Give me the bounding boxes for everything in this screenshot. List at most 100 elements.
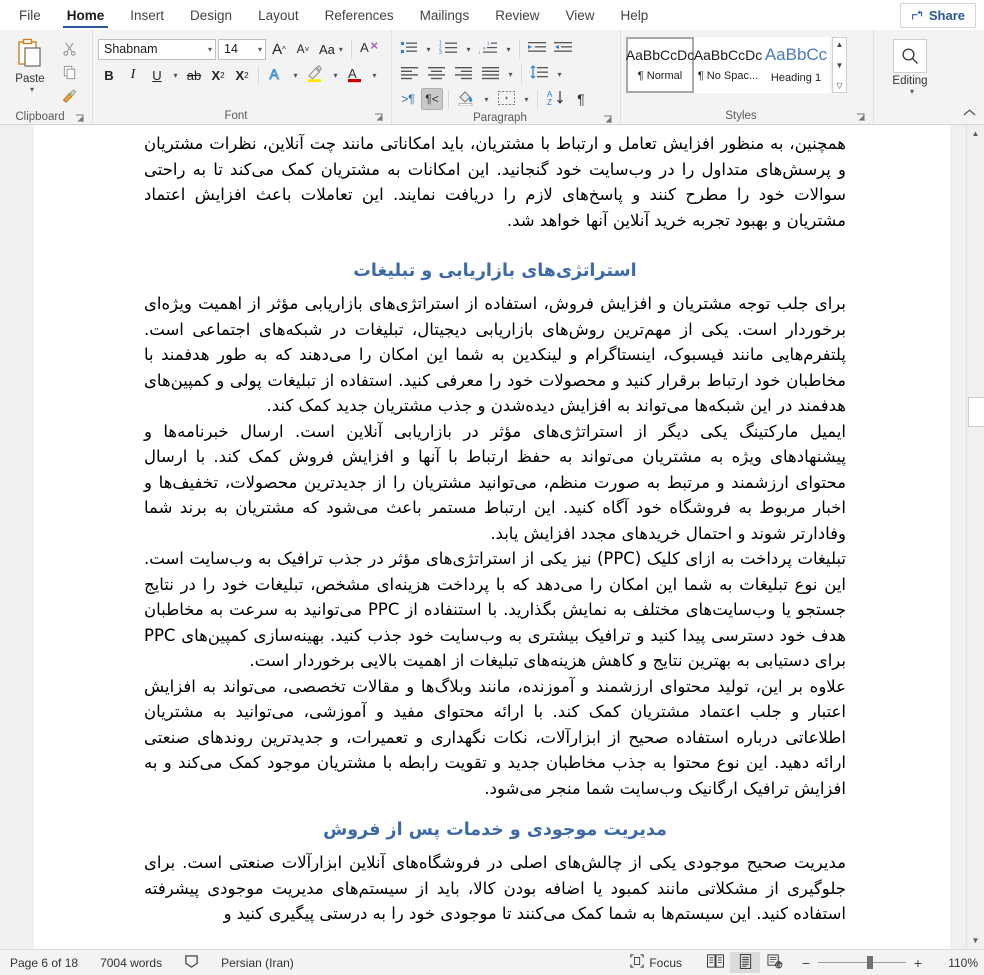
tab-file[interactable]: File bbox=[6, 0, 54, 30]
superscript-button[interactable]: X2 bbox=[231, 64, 253, 86]
share-button[interactable]: Share bbox=[899, 3, 976, 28]
zoom-in-button[interactable]: + bbox=[912, 955, 924, 971]
document-content[interactable]: همچنین، به منظور افزایش تعامل و ارتباط ب… bbox=[34, 125, 950, 927]
scrollbar-track[interactable] bbox=[968, 142, 983, 932]
style-normal[interactable]: AaBbCcDc ¶ Normal bbox=[626, 37, 694, 93]
paragraph-dialog-launcher[interactable] bbox=[603, 115, 613, 125]
align-right-button[interactable] bbox=[451, 63, 476, 85]
zoom-slider-handle[interactable] bbox=[867, 956, 873, 969]
styles-scroll-down-icon[interactable]: ▼ bbox=[836, 61, 844, 70]
tab-mailings[interactable]: Mailings bbox=[407, 0, 483, 30]
vertical-scrollbar[interactable]: ▲ ▼ bbox=[966, 125, 984, 949]
bold-button[interactable]: B bbox=[98, 64, 120, 86]
focus-mode-button[interactable]: Focus bbox=[630, 954, 682, 971]
paragraph-2[interactable]: برای جلب توجه مشتریان و افزایش فروش، است… bbox=[144, 291, 846, 419]
read-mode-button[interactable] bbox=[700, 952, 730, 973]
justify-button[interactable] bbox=[478, 63, 503, 85]
styles-gallery-scroll[interactable]: ▲ ▼ ▽ bbox=[832, 37, 847, 93]
text-effects-chevron-down-icon[interactable]: ▾ bbox=[290, 71, 301, 80]
font-name-combo[interactable]: Shabnam ▾ bbox=[98, 38, 216, 60]
scroll-up-button[interactable]: ▲ bbox=[968, 125, 983, 142]
borders-button[interactable] bbox=[494, 88, 519, 110]
page-indicator[interactable]: Page 6 of 18 bbox=[10, 956, 89, 970]
style-heading-1[interactable]: AaBbCс Heading 1 bbox=[762, 37, 830, 93]
tab-help[interactable]: Help bbox=[608, 0, 662, 30]
tab-layout[interactable]: Layout bbox=[245, 0, 312, 30]
web-layout-button[interactable] bbox=[760, 952, 790, 973]
shading-button[interactable] bbox=[454, 88, 479, 110]
tab-home[interactable]: Home bbox=[54, 0, 118, 30]
shading-chevron-down-icon[interactable]: ▾ bbox=[481, 95, 492, 104]
paragraph-1[interactable]: همچنین، به منظور افزایش تعامل و ارتباط ب… bbox=[144, 125, 846, 233]
zoom-level-label[interactable]: 110% bbox=[934, 956, 978, 970]
tab-insert[interactable]: Insert bbox=[117, 0, 177, 30]
font-dialog-launcher[interactable] bbox=[374, 113, 384, 123]
shrink-font-button[interactable]: A ˅ bbox=[292, 38, 314, 60]
rtl-text-direction-button[interactable]: ¶< bbox=[421, 88, 443, 110]
styles-dialog-launcher[interactable] bbox=[856, 113, 866, 123]
multilevel-list-button[interactable]: 1ai bbox=[476, 38, 501, 60]
highlight-button[interactable] bbox=[303, 64, 328, 86]
copy-button[interactable] bbox=[58, 64, 80, 85]
clipboard-dialog-launcher[interactable] bbox=[75, 114, 85, 124]
line-spacing-button[interactable] bbox=[527, 63, 552, 85]
collapse-ribbon-button[interactable] bbox=[963, 108, 976, 120]
increase-indent-button[interactable] bbox=[551, 38, 575, 60]
word-count[interactable]: 7004 words bbox=[100, 956, 173, 970]
paragraph-3[interactable]: ایمیل مارکتینگ یکی دیگر از استراتژی‌های … bbox=[144, 419, 846, 547]
cut-button[interactable] bbox=[58, 40, 80, 61]
highlight-chevron-down-icon[interactable]: ▾ bbox=[330, 71, 341, 80]
tab-references[interactable]: References bbox=[312, 0, 407, 30]
styles-scroll-up-icon[interactable]: ▲ bbox=[836, 40, 844, 49]
zoom-control[interactable]: − + 110% bbox=[800, 955, 978, 971]
heading-inventory-management[interactable]: مدیریت موجودی و خدمات پس از فروش bbox=[144, 818, 846, 842]
decrease-indent-button[interactable] bbox=[525, 38, 549, 60]
sort-button[interactable]: AZ bbox=[543, 88, 568, 110]
font-color-button[interactable]: A bbox=[343, 64, 367, 86]
print-layout-button[interactable] bbox=[730, 952, 760, 973]
editing-button[interactable]: Editing ▾ bbox=[884, 35, 936, 96]
numbering-chevron-down-icon[interactable]: ▾ bbox=[463, 45, 474, 54]
tab-view[interactable]: View bbox=[552, 0, 607, 30]
borders-chevron-down-icon[interactable]: ▾ bbox=[521, 95, 532, 104]
strikethrough-button[interactable]: ab bbox=[183, 64, 205, 86]
text-effects-button[interactable]: A bbox=[264, 64, 288, 86]
change-case-button[interactable]: Aa ▾ bbox=[316, 38, 346, 60]
line-spacing-chevron-down-icon[interactable]: ▾ bbox=[554, 70, 565, 79]
tab-design[interactable]: Design bbox=[177, 0, 245, 30]
zoom-slider-track[interactable] bbox=[818, 956, 906, 969]
editing-chevron-down-icon[interactable]: ▾ bbox=[906, 87, 914, 96]
multilevel-list-chevron-down-icon[interactable]: ▾ bbox=[503, 45, 514, 54]
subscript-button[interactable]: X2 bbox=[207, 64, 229, 86]
document-page[interactable]: همچنین، به منظور افزایش تعامل و ارتباط ب… bbox=[34, 125, 950, 949]
clear-formatting-button[interactable]: A bbox=[357, 38, 382, 60]
bullets-button[interactable] bbox=[397, 38, 421, 60]
language-indicator[interactable]: Persian (Iran) bbox=[221, 956, 305, 970]
styles-more-icon[interactable]: ▽ bbox=[836, 81, 842, 90]
show-formatting-marks-button[interactable]: ¶ bbox=[570, 88, 592, 110]
format-painter-button[interactable] bbox=[58, 88, 80, 109]
paste-chevron-down-icon[interactable]: ▾ bbox=[26, 85, 34, 94]
numbering-button[interactable]: 123 bbox=[436, 38, 461, 60]
bullets-chevron-down-icon[interactable]: ▾ bbox=[423, 45, 434, 54]
paragraph-4[interactable]: تبلیغات پرداخت به ازای کلیک (PPC) نیز یک… bbox=[144, 546, 846, 674]
paragraph-6[interactable]: مدیریت صحیح موجودی یکی از چالش‌های اصلی … bbox=[144, 850, 846, 927]
font-size-combo[interactable]: 14 ▾ bbox=[218, 38, 266, 60]
proofing-status[interactable] bbox=[184, 954, 210, 972]
align-left-button[interactable] bbox=[397, 63, 422, 85]
document-area[interactable]: همچنین، به منظور افزایش تعامل و ارتباط ب… bbox=[0, 125, 984, 949]
tab-review[interactable]: Review bbox=[482, 0, 552, 30]
ltr-text-direction-button[interactable]: >¶ bbox=[397, 88, 419, 110]
zoom-out-button[interactable]: − bbox=[800, 955, 812, 971]
underline-button[interactable]: U bbox=[146, 64, 168, 86]
justify-chevron-down-icon[interactable]: ▾ bbox=[505, 70, 516, 79]
grow-font-button[interactable]: A ^ bbox=[268, 38, 290, 60]
style-no-spacing[interactable]: AaBbCcDc ¶ No Spac... bbox=[694, 37, 762, 93]
scrollbar-thumb[interactable] bbox=[968, 397, 984, 427]
font-color-chevron-down-icon[interactable]: ▾ bbox=[369, 71, 380, 80]
underline-chevron-down-icon[interactable]: ▾ bbox=[170, 71, 181, 80]
scroll-down-button[interactable]: ▼ bbox=[968, 932, 983, 949]
paragraph-5[interactable]: علاوه بر این، تولید محتوای ارزشمند و آمو… bbox=[144, 674, 846, 802]
align-center-button[interactable] bbox=[424, 63, 449, 85]
italic-button[interactable]: I bbox=[122, 64, 144, 86]
